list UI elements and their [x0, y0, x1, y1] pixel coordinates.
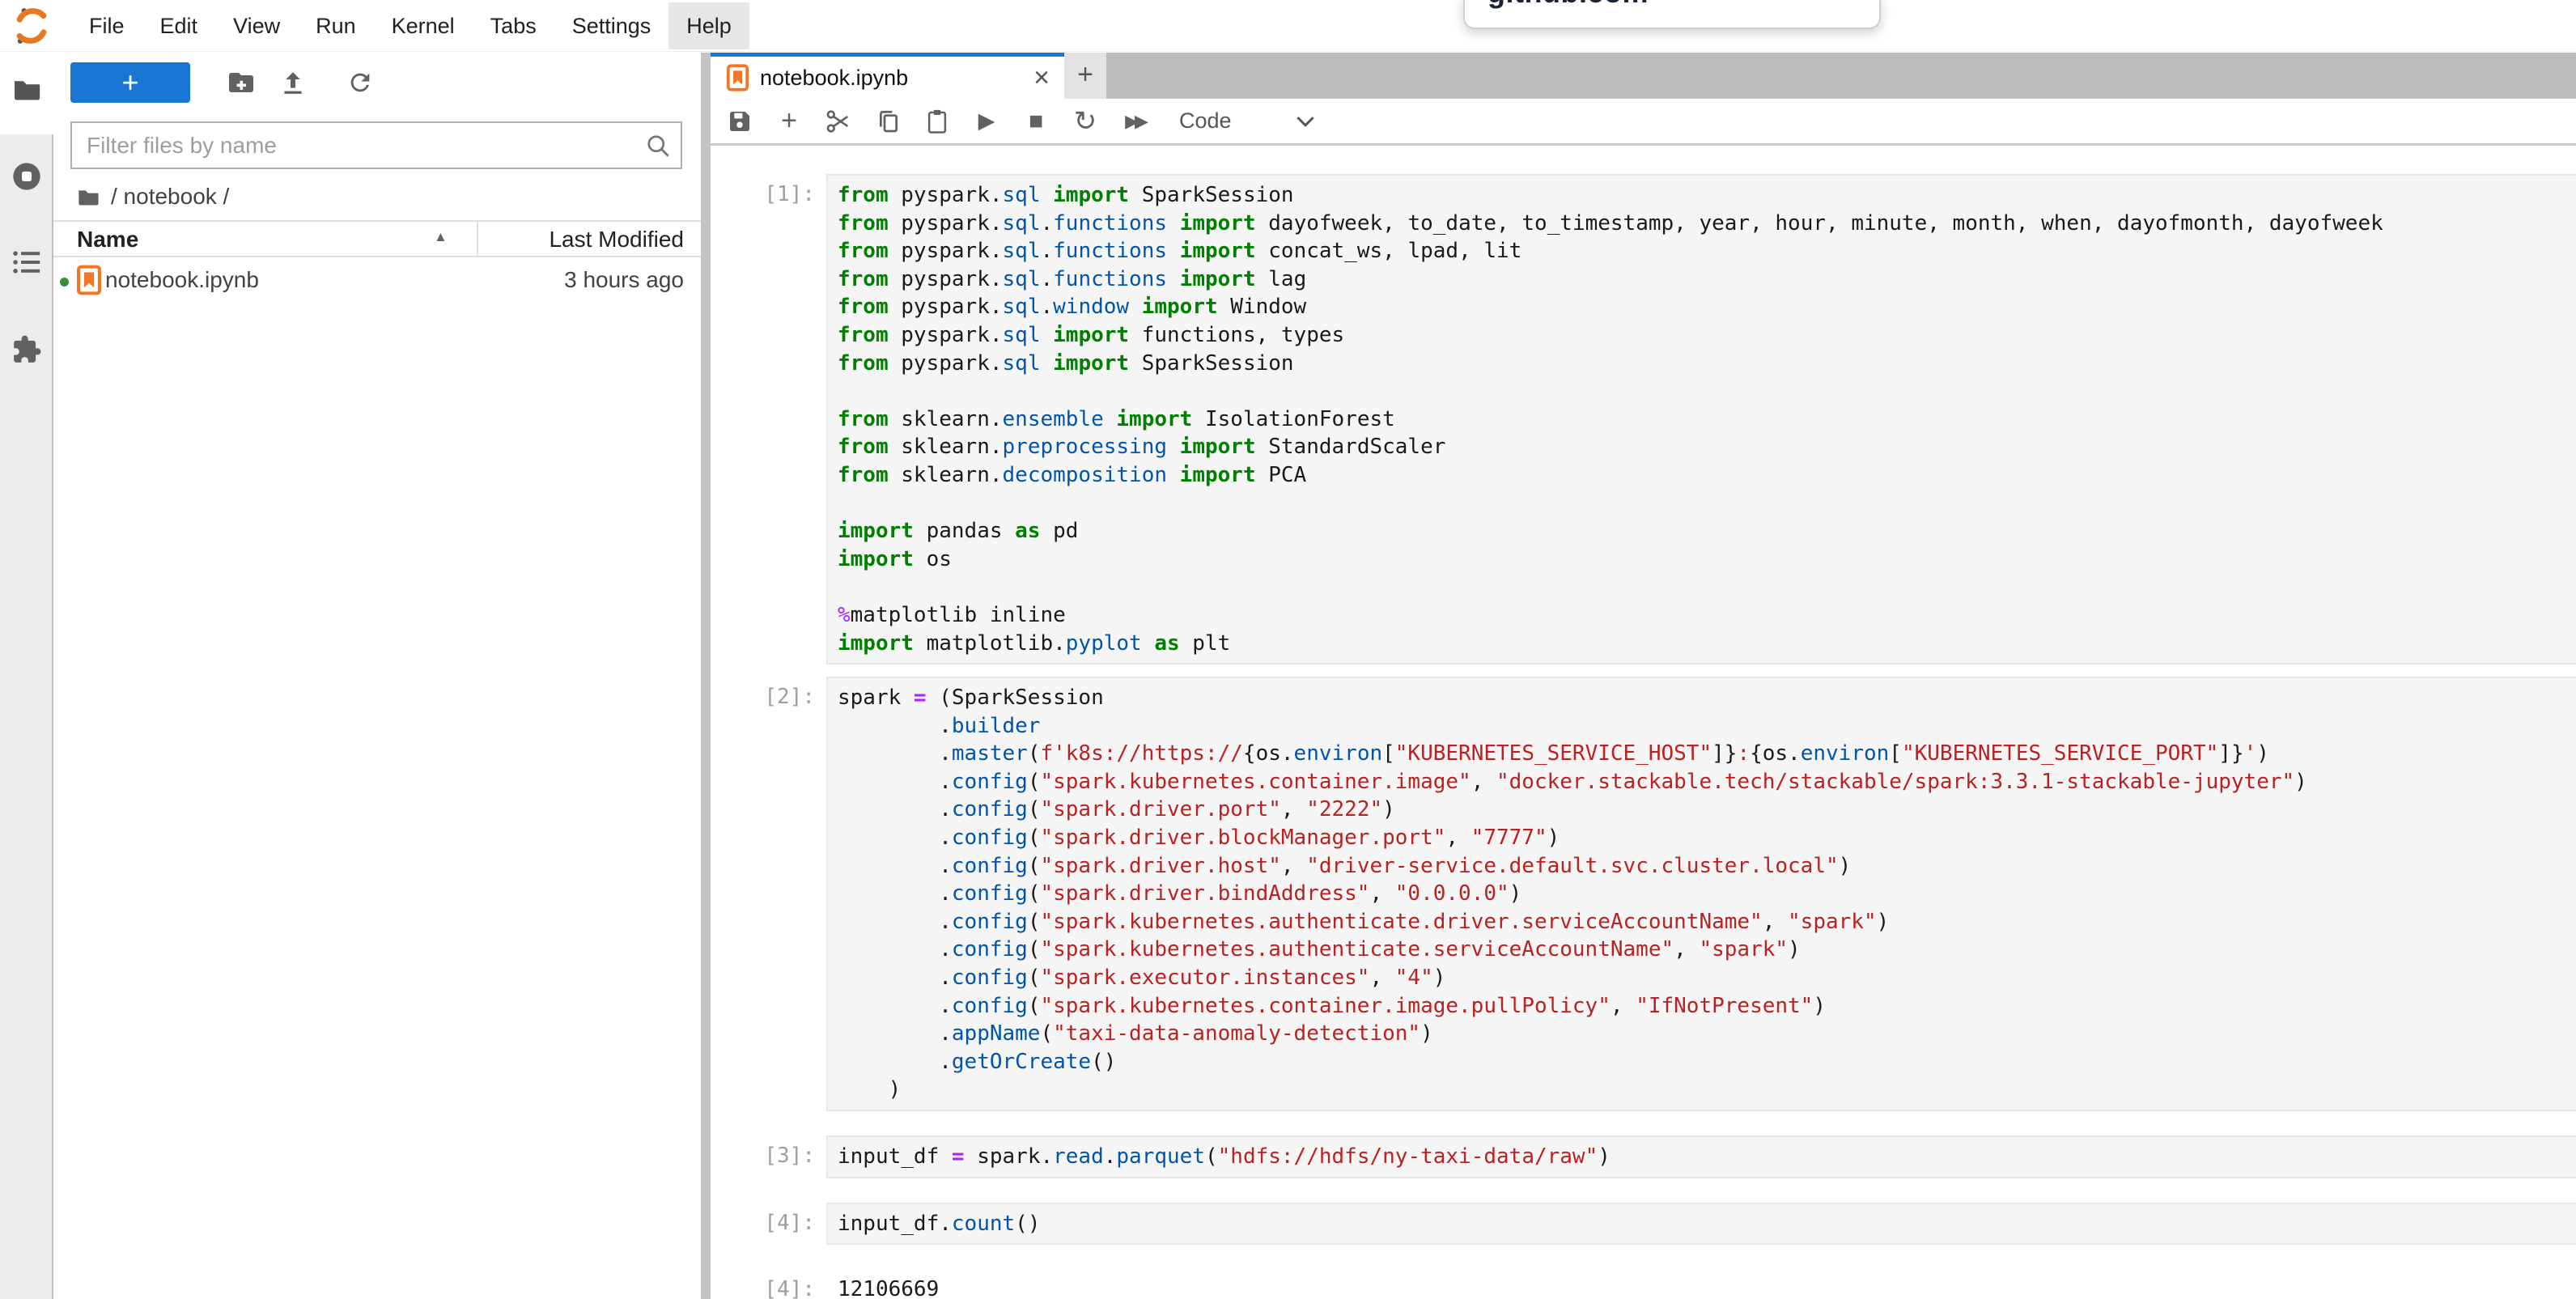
code-cell[interactable]: [4]:input_df.count() — [711, 1203, 2576, 1246]
menu-file[interactable]: File — [71, 2, 142, 49]
notebook-cells: [1]:from pyspark.sql import SparkSession… — [711, 174, 2576, 1299]
sidebar-item-table-of-contents[interactable] — [0, 234, 53, 291]
filter-files-box — [70, 121, 682, 169]
column-header-last-modified[interactable]: Last Modified — [549, 227, 684, 253]
paste-icon — [925, 108, 949, 134]
menu-kernel[interactable]: Kernel — [374, 2, 473, 49]
sidebar-tab-strip — [0, 53, 53, 1299]
sidebar-item-extensions[interactable] — [0, 321, 53, 378]
sidebar-item-file-browser[interactable] — [0, 61, 53, 117]
output-text: 12106669 — [826, 1269, 2576, 1299]
file-list-header: Name ▲ Last Modified — [53, 220, 701, 257]
code-cell[interactable]: [3]:input_df = spark.read.parquet("hdfs:… — [711, 1136, 2576, 1178]
menu-run[interactable]: Run — [298, 2, 374, 49]
search-icon — [643, 131, 673, 160]
restart-kernel-button[interactable]: ↻ — [1067, 104, 1103, 139]
column-divider — [477, 222, 478, 256]
interrupt-kernel-button[interactable]: ■ — [1018, 104, 1054, 139]
dock-tab-bar: notebook.ipynb × + — [711, 53, 2576, 99]
sidebar-strip-background — [0, 134, 53, 1299]
menu-edit[interactable]: Edit — [142, 2, 216, 49]
input-prompt: [4]: — [711, 1203, 826, 1246]
breadcrumb: / notebook / — [77, 182, 229, 211]
file-browser-panel: + / notebook / Na — [53, 53, 701, 1299]
kernel-running-dot — [60, 278, 69, 287]
menu-settings[interactable]: Settings — [554, 2, 669, 49]
input-prompt: [2]: — [711, 677, 826, 1111]
jupyter-logo-icon — [11, 6, 52, 46]
tab-notebook[interactable]: notebook.ipynb × — [711, 53, 1064, 99]
panel-splitter[interactable] — [701, 53, 711, 1299]
notebook-toolbar: + ▶ ■ ↻ ▶▶ Code — [711, 99, 2576, 146]
breadcrumb-path[interactable]: / notebook / — [111, 184, 229, 210]
folder-icon — [12, 74, 41, 104]
file-browser-toolbar: + — [53, 53, 701, 113]
sort-ascending-icon[interactable]: ▲ — [434, 229, 448, 245]
menu-view[interactable]: View — [215, 2, 298, 49]
main-dock-panel: notebook.ipynb × + + — [711, 53, 2576, 1299]
notebook-scroll-area[interactable]: [1]:from pyspark.sql import SparkSession… — [711, 148, 2576, 1299]
menubar: File Edit View Run Kernel Tabs Settings … — [0, 0, 2576, 52]
notebook-tab-icon — [727, 64, 749, 91]
cell-type-value: Code — [1179, 108, 1232, 134]
copy-icon — [875, 108, 901, 134]
notebook-file-icon — [77, 265, 101, 295]
upload-button[interactable] — [274, 64, 312, 101]
new-tab-button[interactable]: + — [1064, 53, 1106, 99]
sidebar-item-running-sessions[interactable] — [0, 148, 53, 205]
upload-icon — [279, 69, 307, 96]
filter-files-input[interactable] — [70, 121, 682, 169]
home-folder-icon[interactable] — [77, 185, 100, 208]
run-cell-button[interactable]: ▶ — [969, 104, 1004, 139]
input-prompt: [1]: — [711, 174, 826, 664]
code-cell[interactable]: [2]:spark = (SparkSession .builder .mast… — [711, 677, 2576, 1111]
cell-type-dropdown[interactable]: Code — [1179, 108, 1316, 134]
tab-title: notebook.ipynb — [760, 66, 1027, 91]
refresh-button[interactable] — [342, 64, 379, 101]
puzzle-icon — [11, 334, 42, 365]
tab-close-icon[interactable]: × — [1033, 66, 1050, 90]
file-last-modified: 3 hours ago — [564, 267, 684, 293]
paste-cells-button[interactable] — [919, 104, 955, 139]
restart-run-all-button[interactable]: ▶▶ — [1117, 104, 1152, 139]
cut-cells-button[interactable] — [821, 104, 856, 139]
list-icon — [11, 248, 42, 276]
browser-popup: github.com — [1463, 0, 1881, 29]
column-header-name[interactable]: Name — [77, 227, 138, 253]
cell-editor[interactable]: spark = (SparkSession .builder .master(f… — [826, 677, 2576, 1111]
new-folder-icon — [227, 68, 256, 97]
new-launcher-button[interactable]: + — [70, 62, 190, 103]
menu-tabs[interactable]: Tabs — [473, 2, 554, 49]
save-button[interactable] — [722, 104, 758, 139]
cell-editor[interactable]: input_df.count() — [826, 1203, 2576, 1246]
menu-help[interactable]: Help — [668, 2, 749, 49]
code-cell[interactable]: [1]:from pyspark.sql import SparkSession… — [711, 174, 2576, 664]
input-prompt: [3]: — [711, 1136, 826, 1178]
cell-editor[interactable]: input_df = spark.read.parquet("hdfs://hd… — [826, 1136, 2576, 1178]
stop-circle-icon — [11, 160, 43, 193]
new-folder-button[interactable] — [223, 64, 260, 101]
cell-output: [4]:12106669 — [711, 1269, 2576, 1299]
add-cell-button[interactable]: + — [771, 104, 807, 139]
file-row-notebook[interactable]: notebook.ipynb 3 hours ago — [53, 257, 701, 304]
cut-icon — [825, 108, 852, 135]
save-icon — [727, 108, 753, 134]
output-prompt: [4]: — [711, 1269, 826, 1299]
copy-cells-button[interactable] — [870, 104, 906, 139]
cell-editor[interactable]: from pyspark.sql import SparkSessionfrom… — [826, 174, 2576, 664]
browser-popup-origin: github.com — [1487, 0, 1649, 10]
chevron-down-icon — [1295, 115, 1316, 128]
refresh-icon — [346, 69, 374, 96]
file-name: notebook.ipynb — [105, 267, 259, 293]
